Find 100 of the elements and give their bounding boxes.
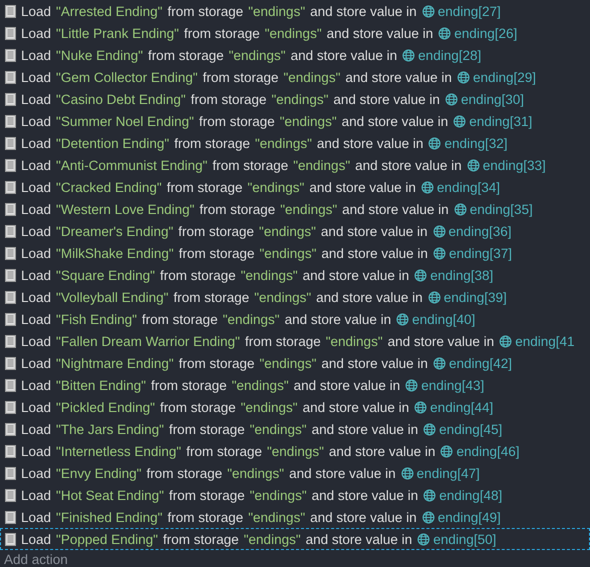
action-row[interactable]: Load "Bitten Ending" from storage "endings" and store value in ending[43] bbox=[0, 374, 590, 396]
action-row[interactable]: Load "Pickled Ending" from storage "endings" and store value in ending[44] bbox=[0, 396, 590, 418]
document-icon bbox=[5, 92, 16, 106]
string-value: "endings" bbox=[254, 290, 312, 304]
action-row[interactable]: Load "Western Love Ending" from storage "endings" and store value in ending[35] bbox=[0, 198, 590, 220]
string-value: "Anti-Communist Ending" bbox=[56, 158, 208, 172]
action-row[interactable]: Load "MilkShake Ending" from storage "endings" and store value in ending[37] bbox=[0, 242, 590, 264]
action-text: from storage bbox=[160, 268, 236, 282]
variable-name: ending[38] bbox=[430, 268, 494, 282]
action-row[interactable]: Load "Fish Ending" from storage "endings" and store value in ending[40] bbox=[0, 308, 590, 330]
string-value: "endings" bbox=[248, 510, 306, 524]
string-value: "endings" bbox=[232, 378, 289, 392]
string-value: "endings" bbox=[272, 92, 328, 106]
action-row[interactable]: Load "Arrested Ending" from storage "endings" and store value in ending[27] bbox=[0, 0, 590, 22]
action-verb: Load bbox=[21, 312, 52, 326]
variable-name: ending[49] bbox=[438, 510, 501, 524]
variable-name: ending[41 bbox=[515, 334, 574, 348]
variable-name: ending[37] bbox=[448, 246, 512, 260]
variable-name: ending[39] bbox=[444, 290, 507, 304]
action-verb: Load bbox=[21, 26, 52, 40]
document-icon bbox=[5, 136, 16, 150]
variable-name: ending[40] bbox=[412, 312, 476, 326]
string-value: "Bitten Ending" bbox=[56, 378, 146, 392]
action-text: from storage bbox=[190, 92, 266, 106]
action-row[interactable]: Load "Square Ending" from storage "endings" and store value in ending[38] bbox=[0, 264, 590, 286]
action-text: from storage bbox=[186, 444, 262, 458]
globe-icon bbox=[438, 26, 452, 40]
action-text: from storage bbox=[212, 158, 288, 172]
string-value: "endings" bbox=[244, 532, 301, 546]
string-value: "endings" bbox=[280, 202, 338, 216]
document-icon bbox=[5, 180, 16, 194]
action-row[interactable]: Load "Nightmare Ending" from storage "endings" and store value in ending[42] bbox=[0, 352, 590, 374]
document-icon bbox=[5, 334, 16, 348]
document-icon bbox=[5, 488, 16, 502]
action-row[interactable]: Load "Envy Ending" from storage "endings" and store value in ending[47] bbox=[0, 462, 590, 484]
string-value: "Little Prank Ending" bbox=[56, 26, 179, 40]
globe-icon bbox=[402, 48, 416, 62]
document-icon bbox=[5, 444, 16, 458]
string-value: "Square Ending" bbox=[56, 268, 155, 282]
document-icon bbox=[5, 158, 16, 172]
action-text: and store value in bbox=[345, 70, 452, 84]
document-icon bbox=[5, 114, 16, 128]
action-row[interactable]: Load "Internetless Ending" from storage "endings" and store value in ending[46] bbox=[0, 440, 590, 462]
action-row[interactable]: Load "Nuke Ending" from storage "endings" and store value in ending[28] bbox=[0, 44, 590, 66]
globe-icon bbox=[396, 312, 410, 326]
action-text: and store value in bbox=[316, 136, 424, 150]
action-row[interactable]: Load "Summer Noel Ending" from storage "endings" and store value in ending[31] bbox=[0, 110, 590, 132]
variable-name: ending[35] bbox=[470, 202, 533, 216]
action-verb: Load bbox=[21, 334, 52, 348]
action-row[interactable]: Load "Volleyball Ending" from storage "endings" and store value in ending[39] bbox=[0, 286, 590, 308]
action-text: from storage bbox=[162, 532, 239, 546]
action-row[interactable]: Load "Hot Seat Ending" from storage "endings" and store value in ending[48] bbox=[0, 484, 590, 506]
action-row[interactable]: Load "Finished Ending" from storage "endings" and store value in ending[49] bbox=[0, 506, 590, 528]
document-icon bbox=[5, 290, 16, 304]
document-icon bbox=[5, 400, 16, 414]
variable-name: ending[48] bbox=[439, 488, 502, 502]
document-icon bbox=[5, 4, 16, 18]
string-value: "Nuke Ending" bbox=[56, 48, 143, 62]
string-value: "endings" bbox=[280, 114, 337, 128]
action-row[interactable]: Load "Casino Debt Ending" from storage "endings" and store value in ending[30] bbox=[0, 88, 590, 110]
action-text: and store value in bbox=[306, 532, 412, 546]
action-row[interactable]: Load "Detention Ending" from storage "endings" and store value in ending[32] bbox=[0, 132, 590, 154]
string-value: "The Jars Ending" bbox=[56, 422, 164, 436]
document-icon bbox=[5, 246, 16, 260]
action-verb: Load bbox=[21, 422, 52, 436]
action-text: from storage bbox=[146, 466, 222, 480]
action-verb: Load bbox=[21, 136, 52, 150]
string-value: "Arrested Ending" bbox=[56, 4, 162, 18]
string-value: "Popped Ending" bbox=[56, 532, 158, 546]
string-value: "endings" bbox=[240, 268, 298, 282]
action-text: from storage bbox=[174, 136, 250, 150]
action-row[interactable]: Load "Dreamer's Ending" from storage "endings" and store value in ending[36] bbox=[0, 220, 590, 242]
string-value: "Summer Noel Ending" bbox=[56, 114, 194, 128]
action-text: and store value in bbox=[333, 92, 440, 106]
action-text: from storage bbox=[168, 422, 245, 436]
document-icon bbox=[5, 312, 16, 326]
action-verb: Load bbox=[21, 4, 52, 18]
action-row[interactable]: Load "Gem Collector Ending" from storage "endings" and store value in ending[29] bbox=[0, 66, 590, 88]
action-verb: Load bbox=[21, 466, 52, 480]
action-text: and store value in bbox=[342, 114, 448, 128]
action-row[interactable]: Load "Fallen Dream Warrior Ending" from storage "endings" and store value in ending[41 bbox=[0, 330, 590, 352]
action-row[interactable]: Load "Anti-Communist Ending" from storage "endings" and store value in ending[33] bbox=[0, 154, 590, 176]
action-row[interactable]: Load "Cracked Ending" from storage "endings" and store value in ending[34] bbox=[0, 176, 590, 198]
variable-name: ending[31] bbox=[469, 114, 532, 128]
action-row[interactable]: Load "Little Prank Ending" from storage "endings" and store value in ending[26] bbox=[0, 22, 590, 44]
add-action-link[interactable]: Add action bbox=[0, 550, 72, 567]
globe-icon bbox=[454, 202, 467, 216]
action-text: and store value in bbox=[388, 334, 494, 348]
variable-name: ending[26] bbox=[454, 26, 518, 40]
document-icon bbox=[5, 510, 16, 524]
action-row[interactable]: Load "The Jars Ending" from storage "endings" and store value in ending[45] bbox=[0, 418, 590, 440]
string-value: "endings" bbox=[250, 422, 307, 436]
string-value: "Fallen Dream Warrior Ending" bbox=[56, 334, 240, 348]
globe-icon bbox=[453, 114, 466, 128]
globe-icon bbox=[417, 532, 430, 546]
variable-name: ending[33] bbox=[482, 158, 546, 172]
globe-icon bbox=[414, 400, 428, 414]
action-row[interactable]: Load "Popped Ending" from storage "endings" and store value in ending[50] bbox=[0, 528, 590, 550]
globe-icon bbox=[466, 158, 480, 172]
action-text: from storage bbox=[167, 510, 244, 524]
